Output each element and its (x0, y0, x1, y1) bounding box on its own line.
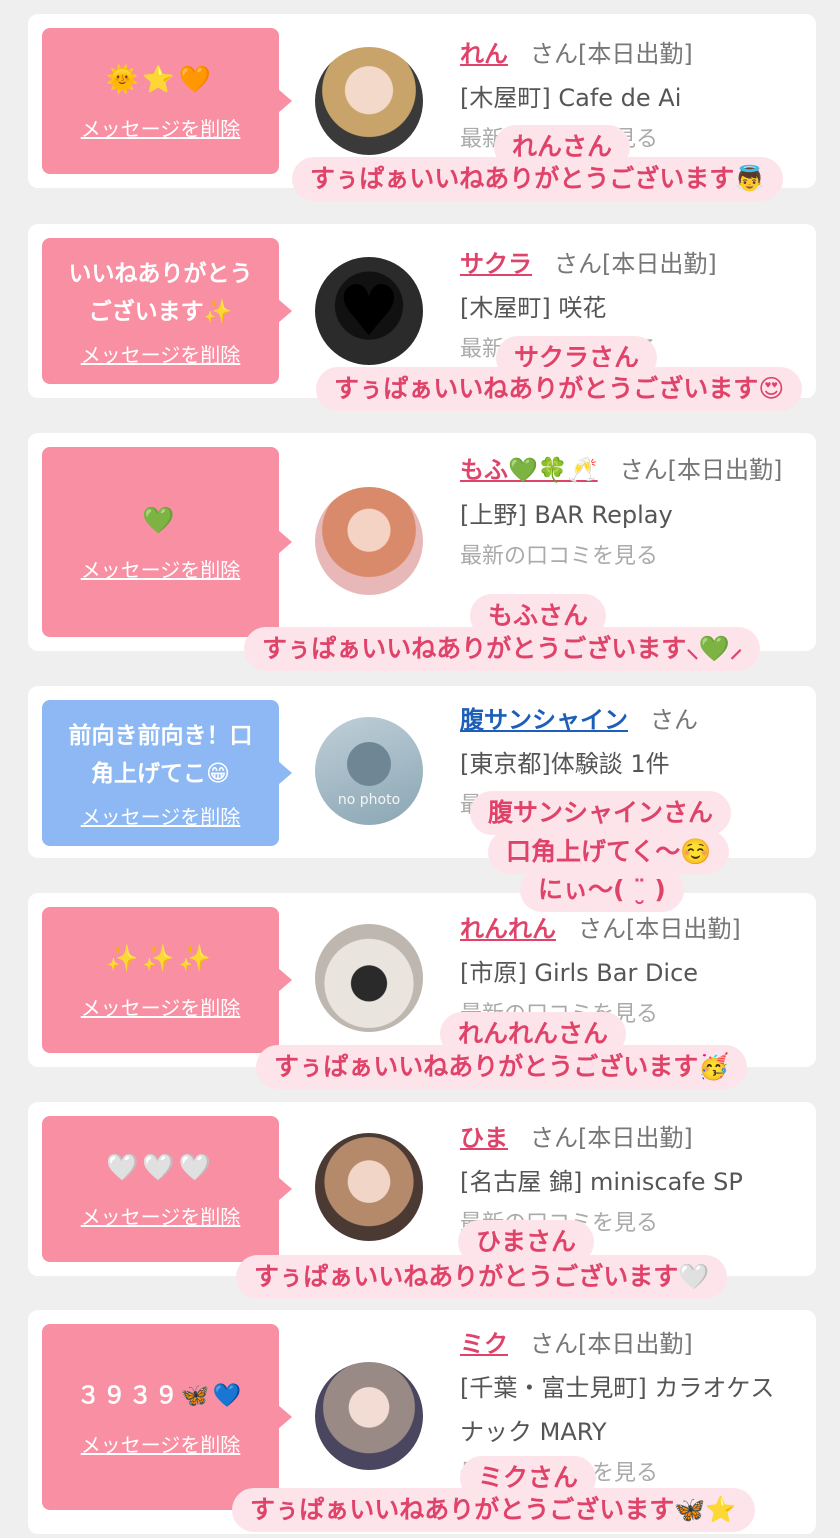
shop-label: [名古屋 錦] miniscafe SP (460, 1168, 743, 1196)
message-text: 🤍🤍🤍 (105, 1152, 216, 1183)
status-label: [本日出勤] (667, 456, 783, 484)
delete-message-link[interactable]: メッセージを削除 (81, 1201, 241, 1230)
avatar[interactable] (315, 1362, 423, 1470)
caption-text: すぅぱぁいいねありがとうございます🥳 (256, 1045, 748, 1089)
message-text: 前向き前向き！口 角上げてこ😁 (68, 722, 253, 787)
san-label: さん (554, 250, 602, 278)
like-card: 💚 メッセージを削除 もふ💚🍀🥂 さん[本日出勤] [上野] BAR Replay… (28, 433, 816, 651)
person-silhouette-icon (347, 742, 391, 786)
message-text: 💚 (142, 505, 179, 536)
avatar[interactable]: ♥ (315, 257, 423, 365)
avatar[interactable] (315, 1133, 423, 1241)
user-name-link[interactable]: サクラ (460, 250, 532, 278)
caption-text: すぅぱぁいいねありがとうございます🦋⭐ (232, 1488, 755, 1532)
user-name-link[interactable]: れんれん (460, 915, 556, 943)
status-label: [本日出勤] (578, 1330, 693, 1358)
san-label: さん (530, 40, 578, 68)
caption-line-3: にぃ〜( ¨̮ ) (520, 868, 684, 912)
avatar[interactable] (315, 487, 423, 595)
status-label: [本日出勤] (626, 915, 741, 943)
like-card: ✨✨✨ メッセージを削除 れんれん さん[本日出勤] [市原] Girls Bar… (28, 893, 816, 1067)
san-label: さん (530, 1330, 578, 1358)
delete-message-link[interactable]: メッセージを削除 (81, 554, 241, 583)
caption-text: すぅぱぁいいねありがとうございます🤍 (236, 1255, 728, 1299)
shop-label: [千葉・富士見町] カラオケスナック MARY (460, 1374, 775, 1446)
avatar[interactable] (315, 47, 423, 155)
message-text: ３９３９🦋💙 (76, 1382, 245, 1409)
message-text: 🌞⭐🧡 (105, 64, 216, 95)
caption-text: すぅぱぁいいねありがとうございます⸜💚⸝‍ (244, 627, 761, 671)
delete-message-link[interactable]: メッセージを削除 (81, 992, 241, 1021)
delete-message-link[interactable]: メッセージを削除 (81, 113, 241, 142)
latest-review-link[interactable]: 最新の口コミを見る (460, 537, 798, 577)
message-text: いいねありがとう ございます✨ (68, 260, 253, 325)
avatar[interactable] (315, 924, 423, 1032)
user-name-link[interactable]: ミク (460, 1330, 508, 1358)
status-label: [本日出勤] (578, 1124, 693, 1152)
delete-message-link[interactable]: メッセージを削除 (81, 1429, 241, 1458)
caption-name: 腹サンシャインさん (470, 791, 732, 835)
message-bubble: いいねありがとう ございます✨ メッセージを削除 (42, 238, 292, 384)
message-bubble: 前向き前向き！口 角上げてこ😁 メッセージを削除 (42, 700, 292, 846)
no-photo-label: no photo (337, 792, 401, 808)
san-label: さん (619, 456, 668, 484)
status-label: [本日出勤] (578, 40, 693, 68)
san-label: さん (530, 1124, 578, 1152)
caption-text: すぅぱぁいいねありがとうございます👼 (292, 157, 784, 201)
shop-label: [上野] BAR Replay (460, 501, 673, 529)
delete-message-link[interactable]: メッセージを削除 (81, 801, 241, 830)
message-bubble: ✨✨✨ メッセージを削除 (42, 907, 292, 1053)
avatar[interactable]: no photo (315, 717, 423, 825)
heart-icon: ♥ (337, 270, 401, 352)
message-bubble: ３９３９🦋💙 メッセージを削除 (42, 1324, 292, 1510)
san-label: さん (578, 915, 626, 943)
shop-label: [木屋町] 咲花 (460, 294, 607, 322)
san-label: さん (650, 706, 698, 734)
message-bubble: 💚 メッセージを削除 (42, 447, 292, 637)
user-name-link[interactable]: もふ💚🍀🥂 (460, 456, 598, 484)
message-bubble: 🌞⭐🧡 メッセージを削除 (42, 28, 292, 174)
message-bubble: 🤍🤍🤍 メッセージを削除 (42, 1116, 292, 1262)
shop-label: [木屋町] Cafe de Ai (460, 84, 682, 112)
message-text: ✨✨✨ (105, 943, 216, 974)
like-card: 🤍🤍🤍 メッセージを削除 ひま さん[本日出勤] [名古屋 錦] miniscaf… (28, 1102, 816, 1276)
shop-label: [東京都]体験談 1件 (460, 750, 670, 778)
shop-label: [市原] Girls Bar Dice (460, 959, 699, 987)
user-name-link[interactable]: れん (460, 40, 508, 68)
user-name-link[interactable]: ひま (460, 1124, 508, 1152)
user-name-link[interactable]: 腹サンシャイン (460, 706, 628, 734)
delete-message-link[interactable]: メッセージを削除 (81, 339, 241, 368)
status-label: [本日出勤] (602, 250, 717, 278)
caption-text: すぅぱぁいいねありがとうございます😍 (316, 367, 803, 411)
